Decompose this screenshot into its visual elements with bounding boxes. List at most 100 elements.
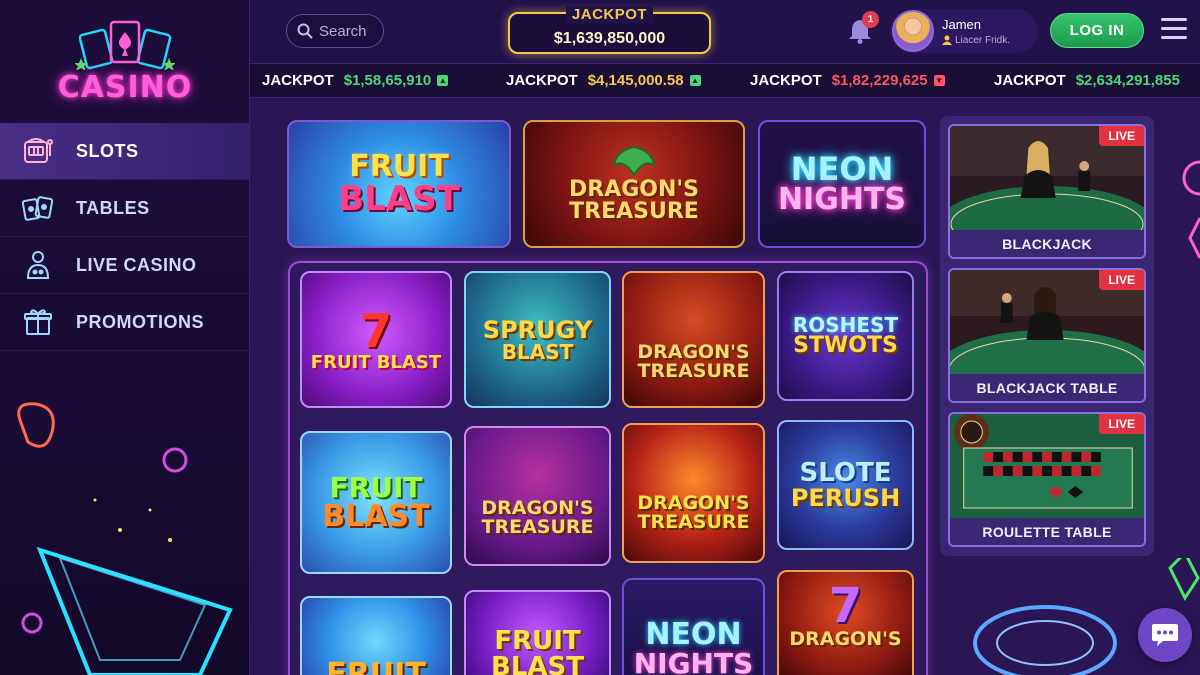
ticker-item: JACKPOT $4,145,000.58 ▲	[506, 72, 738, 89]
gift-icon	[20, 304, 56, 340]
chat-bubble-icon	[1152, 624, 1178, 646]
search-input[interactable]	[319, 22, 379, 40]
live-table-blackjack[interactable]: LIVE BLACKJACK	[948, 124, 1146, 259]
game-subtitle: FRUIT BLAST	[310, 351, 442, 373]
user-icon	[942, 35, 952, 45]
game-title: DRAGON'S	[569, 177, 699, 202]
game-tile[interactable]: ROSHEST STWOTS	[777, 271, 914, 401]
game-title: 7	[828, 578, 863, 634]
cards-icon	[20, 190, 56, 226]
avatar	[892, 10, 934, 52]
live-table-blackjack-table[interactable]: LIVE BLACKJACK TABLE	[948, 268, 1146, 403]
live-table-name: BLACKJACK TABLE	[950, 374, 1144, 401]
sidebar-item-label: PROMOTIONS	[76, 311, 205, 332]
game-subtitle: NIGHTS	[777, 182, 907, 217]
user-name: Jamen	[942, 16, 982, 32]
ticker-amount: $1,5⁡8,65,910	[343, 72, 432, 89]
logo-text: CASINO	[57, 70, 193, 105]
sidebar-nav: SLOTS TABLES LIVE CASINO PROMOTIONS	[0, 123, 249, 351]
game-tile[interactable]: SLOTE PERUSH	[777, 420, 914, 550]
game-subtitle: STWOTS	[793, 333, 898, 358]
search-box[interactable]	[286, 14, 384, 48]
game-title: FRUIT	[349, 149, 449, 184]
sidebar-item-slots[interactable]: SLOTS	[0, 123, 249, 180]
game-subtitle: TREASURE	[569, 199, 699, 224]
login-button[interactable]: LOG IN	[1050, 13, 1144, 48]
game-tile[interactable]: FRUIT BLAST	[464, 590, 611, 675]
sidebar-item-label: TABLES	[76, 197, 150, 218]
game-tile[interactable]: DRAGON'S TREASURE	[464, 426, 611, 566]
game-title: DRAGON'S	[637, 340, 750, 363]
game-title: FRUIT	[329, 470, 423, 504]
sidebar-item-tables[interactable]: TABLES	[0, 180, 249, 237]
jackpot-ticker: JACKPOT $1,5⁡8,65,910 ▲ JACKPOT $4,145,0…	[250, 64, 1200, 98]
ticker-label: JACKPOT	[262, 72, 334, 89]
game-subtitle: TREASURE	[481, 516, 594, 538]
game-tile-neon-nights-featured[interactable]: NEON NIGHTS	[758, 120, 926, 248]
user-subtitle: Liacer Fridk.	[955, 34, 1011, 46]
ticker-amount: $1,82,229,625	[831, 72, 928, 89]
ticker-item: JACKPOT $2,634,291,855	[994, 72, 1200, 89]
game-tile[interactable]: FRUIT BLAST	[300, 431, 452, 574]
game-tile[interactable]: FRUIT	[300, 596, 452, 675]
live-badge: LIVE	[1099, 270, 1144, 290]
trend-up-icon: ▲	[689, 75, 701, 86]
game-title: 7	[359, 303, 392, 358]
ticker-label: JACKPOT	[750, 72, 822, 89]
live-casino-panel: LIVE BLACKJACK LIVE BLACKJACK TABLE LIVE…	[940, 116, 1154, 556]
jackpot-value: $1,639,850,000	[553, 30, 666, 47]
game-title: FRUIT	[494, 626, 581, 656]
ticker-item: JACKPOT $1,82,229,625 ▼	[750, 72, 982, 89]
game-tile-fruit-blast-featured[interactable]: FRUIT BLAST	[287, 120, 511, 248]
ticker-amount: $2,634,291,855	[1075, 72, 1180, 89]
game-tile[interactable]: 7 DRAGON'S	[777, 570, 914, 675]
game-subtitle: TREASURE	[637, 511, 750, 533]
game-tile[interactable]: SPRUGY BLAST	[464, 271, 611, 408]
search-icon	[297, 23, 313, 39]
live-table-roulette[interactable]: LIVE ROULETTE TABLE	[948, 412, 1146, 547]
game-tile[interactable]: 7 FRUIT BLAST	[300, 271, 452, 408]
casino-logo[interactable]: CASINO	[45, 18, 205, 108]
game-subtitle: BLAST	[322, 498, 430, 534]
chat-button[interactable]	[1138, 608, 1192, 662]
jackpot-label: JACKPOT	[565, 6, 654, 23]
neon-decoration	[1182, 160, 1200, 259]
game-subtitle: DRAGON'S	[789, 628, 902, 650]
game-tile-dragons-treasure-featured[interactable]: DRAGON'S TREASURE	[523, 120, 745, 248]
main-content: FRUIT BLAST DRAGON'S TREASURE NEON NIGHT…	[250, 98, 1200, 675]
live-badge: LIVE	[1099, 414, 1144, 434]
top-bar: JACKPOT $1,639,850,000 1 Jamen Liacer Fr…	[250, 0, 1200, 64]
trend-up-icon: ▲	[437, 75, 449, 86]
sidebar: CASINO SLOTS TABLES LIVE CASINO PROMOTIO…	[0, 0, 250, 675]
game-title: FRUIT	[326, 657, 426, 675]
notification-badge: 1	[862, 11, 879, 28]
game-tile[interactable]: NEON NIGHTS	[622, 578, 765, 675]
live-table-name: BLACKJACK	[950, 230, 1144, 257]
neon-decoration	[17, 402, 233, 675]
game-title: SLOTE	[799, 458, 892, 488]
live-table-name: ROULETTE TABLE	[950, 518, 1144, 545]
sidebar-item-label: LIVE CASINO	[76, 254, 197, 275]
game-title: SPRUGY	[482, 315, 593, 344]
game-subtitle: BLAST	[501, 339, 574, 364]
trend-down-icon: ▼	[933, 75, 945, 86]
game-tile[interactable]: DRAGON'S TREASURE	[622, 271, 765, 408]
dragon-icon	[612, 145, 656, 177]
game-tile[interactable]: DRAGON'S TREASURE	[622, 423, 765, 563]
playing-cards-icon	[75, 20, 175, 70]
ticker-amount: $4,145,000.58	[587, 72, 684, 89]
ticker-item: JACKPOT $1,5⁡8,65,910 ▲	[262, 72, 494, 89]
jackpot-display: JACKPOT $1,639,850,000	[508, 6, 711, 54]
menu-icon[interactable]	[1161, 18, 1187, 40]
sidebar-item-live-casino[interactable]: LIVE CASINO	[0, 237, 249, 294]
sidebar-item-promotions[interactable]: PROMOTIONS	[0, 294, 249, 351]
game-subtitle: NIGHTS	[633, 647, 754, 675]
sidebar-item-label: SLOTS	[76, 140, 139, 161]
game-subtitle: BLAST	[491, 652, 584, 675]
live-badge: LIVE	[1099, 126, 1144, 146]
game-subtitle: PERUSH	[790, 484, 901, 512]
game-title: NEON	[790, 150, 894, 188]
game-title: NEON	[645, 617, 742, 652]
user-profile[interactable]: Jamen Liacer Fridk.	[890, 9, 1038, 53]
game-subtitle: BLAST	[338, 179, 460, 219]
